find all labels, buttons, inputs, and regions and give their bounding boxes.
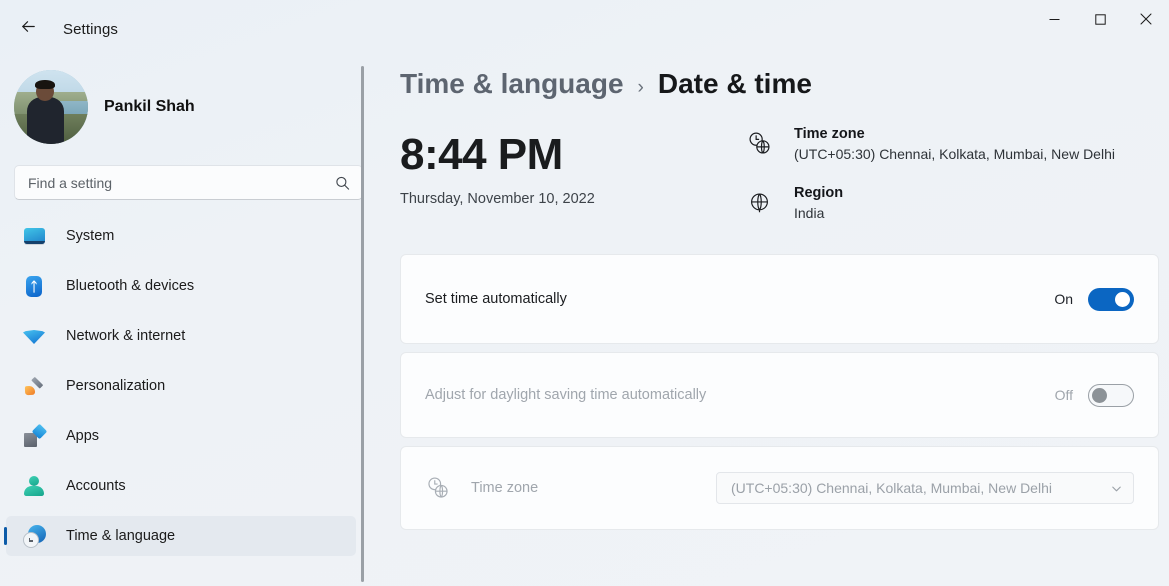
maximize-icon bbox=[1094, 12, 1106, 30]
profile-name: Pankil Shah bbox=[104, 98, 195, 115]
monitor-icon bbox=[22, 224, 46, 248]
app-title: Settings bbox=[63, 20, 118, 38]
sidebar-item-system[interactable]: System bbox=[6, 216, 356, 256]
paintbrush-icon bbox=[22, 374, 46, 398]
bluetooth-icon: ᛏ bbox=[22, 274, 46, 298]
sidebar: Pankil Shah Find a setting System ᛏ Blue… bbox=[0, 58, 366, 586]
sidebar-item-accounts[interactable]: Accounts bbox=[6, 466, 356, 506]
clock-globe-icon bbox=[744, 128, 774, 158]
breadcrumb: Time & language › Date & time bbox=[400, 68, 1169, 100]
set-time-automatically-toggle[interactable] bbox=[1088, 287, 1134, 311]
sidebar-item-label: Network & internet bbox=[66, 328, 186, 344]
sidebar-item-network-internet[interactable]: Network & internet bbox=[6, 316, 356, 356]
time-zone-selected-value: (UTC+05:30) Chennai, Kolkata, Mumbai, Ne… bbox=[731, 480, 1052, 496]
top-info-area: 8:44 PM Thursday, November 10, 2022 Time… bbox=[366, 126, 1169, 248]
maximize-button[interactable] bbox=[1077, 0, 1123, 42]
sidebar-nav: System ᛏ Bluetooth & devices Network & i… bbox=[0, 216, 366, 556]
setting-row-time-zone: Time zone (UTC+05:30) Chennai, Kolkata, … bbox=[400, 446, 1159, 530]
clock-globe-icon bbox=[22, 524, 46, 548]
toggle-state-label: On bbox=[1054, 291, 1073, 307]
setting-title: Set time automatically bbox=[425, 291, 567, 307]
back-button[interactable] bbox=[10, 11, 46, 47]
search-input[interactable]: Find a setting bbox=[14, 165, 363, 200]
setting-title: Adjust for daylight saving time automati… bbox=[425, 387, 707, 403]
avatar bbox=[14, 70, 88, 144]
window-controls bbox=[1031, 0, 1169, 42]
info-row-time-zone: Time zone (UTC+05:30) Chennai, Kolkata, … bbox=[744, 126, 1115, 162]
sidebar-item-time-language[interactable]: Time & language bbox=[6, 516, 356, 556]
time-zone-select[interactable]: (UTC+05:30) Chennai, Kolkata, Mumbai, Ne… bbox=[716, 472, 1134, 504]
current-date: Thursday, November 10, 2022 bbox=[400, 191, 595, 208]
info-row-region: Region India bbox=[744, 185, 1115, 221]
current-clock: 8:44 PM Thursday, November 10, 2022 bbox=[400, 130, 595, 208]
settings-cards: Set time automatically On Adjust for day… bbox=[366, 254, 1169, 530]
setting-title: Time zone bbox=[471, 480, 539, 496]
globe-icon bbox=[744, 187, 774, 217]
breadcrumb-separator-icon: › bbox=[637, 77, 644, 98]
sidebar-item-personalization[interactable]: Personalization bbox=[6, 366, 356, 406]
person-icon bbox=[22, 474, 46, 498]
info-title: Region bbox=[794, 185, 844, 201]
close-button[interactable] bbox=[1123, 0, 1169, 42]
settings-window: Settings Pankil Shah Find a setting Syst… bbox=[0, 0, 1169, 586]
info-summary: Time zone (UTC+05:30) Chennai, Kolkata, … bbox=[744, 126, 1115, 221]
toggle-state-label: Off bbox=[1054, 387, 1073, 403]
current-time: 8:44 PM bbox=[400, 130, 563, 179]
sidebar-item-label: System bbox=[66, 228, 115, 244]
daylight-saving-toggle[interactable] bbox=[1088, 383, 1134, 407]
setting-row-adjust-daylight-saving: Adjust for daylight saving time automati… bbox=[400, 352, 1159, 438]
minimize-button[interactable] bbox=[1031, 0, 1077, 42]
page-title: Date & time bbox=[657, 68, 812, 99]
minimize-icon bbox=[1049, 12, 1060, 30]
sidebar-item-label: Apps bbox=[66, 428, 100, 444]
chevron-down-icon bbox=[1110, 482, 1123, 495]
clock-globe-icon bbox=[425, 475, 451, 501]
sidebar-item-label: Accounts bbox=[66, 478, 126, 494]
sidebar-item-apps[interactable]: Apps bbox=[6, 416, 356, 456]
breadcrumb-parent-link[interactable]: Time & language bbox=[400, 68, 624, 100]
main-content: Time & language › Date & time 8:44 PM Th… bbox=[366, 58, 1169, 586]
sidebar-item-label: Personalization bbox=[66, 378, 166, 394]
info-value: India bbox=[794, 205, 825, 221]
sidebar-scrollbar[interactable] bbox=[361, 66, 364, 582]
title-bar: Settings bbox=[0, 0, 1169, 58]
sidebar-item-label: Time & language bbox=[66, 528, 176, 544]
info-title: Time zone bbox=[794, 126, 865, 142]
close-icon bbox=[1140, 12, 1152, 30]
profile-section[interactable]: Pankil Shah bbox=[14, 70, 366, 144]
back-arrow-icon bbox=[19, 17, 38, 41]
sidebar-item-bluetooth-devices[interactable]: ᛏ Bluetooth & devices bbox=[6, 266, 356, 306]
setting-row-set-time-automatically[interactable]: Set time automatically On bbox=[400, 254, 1159, 344]
search-icon bbox=[335, 175, 350, 190]
apps-icon bbox=[22, 424, 46, 448]
search-placeholder: Find a setting bbox=[28, 174, 113, 191]
wifi-icon bbox=[22, 324, 46, 348]
info-value: (UTC+05:30) Chennai, Kolkata, Mumbai, Ne… bbox=[794, 146, 1115, 162]
sidebar-item-label: Bluetooth & devices bbox=[66, 278, 195, 294]
